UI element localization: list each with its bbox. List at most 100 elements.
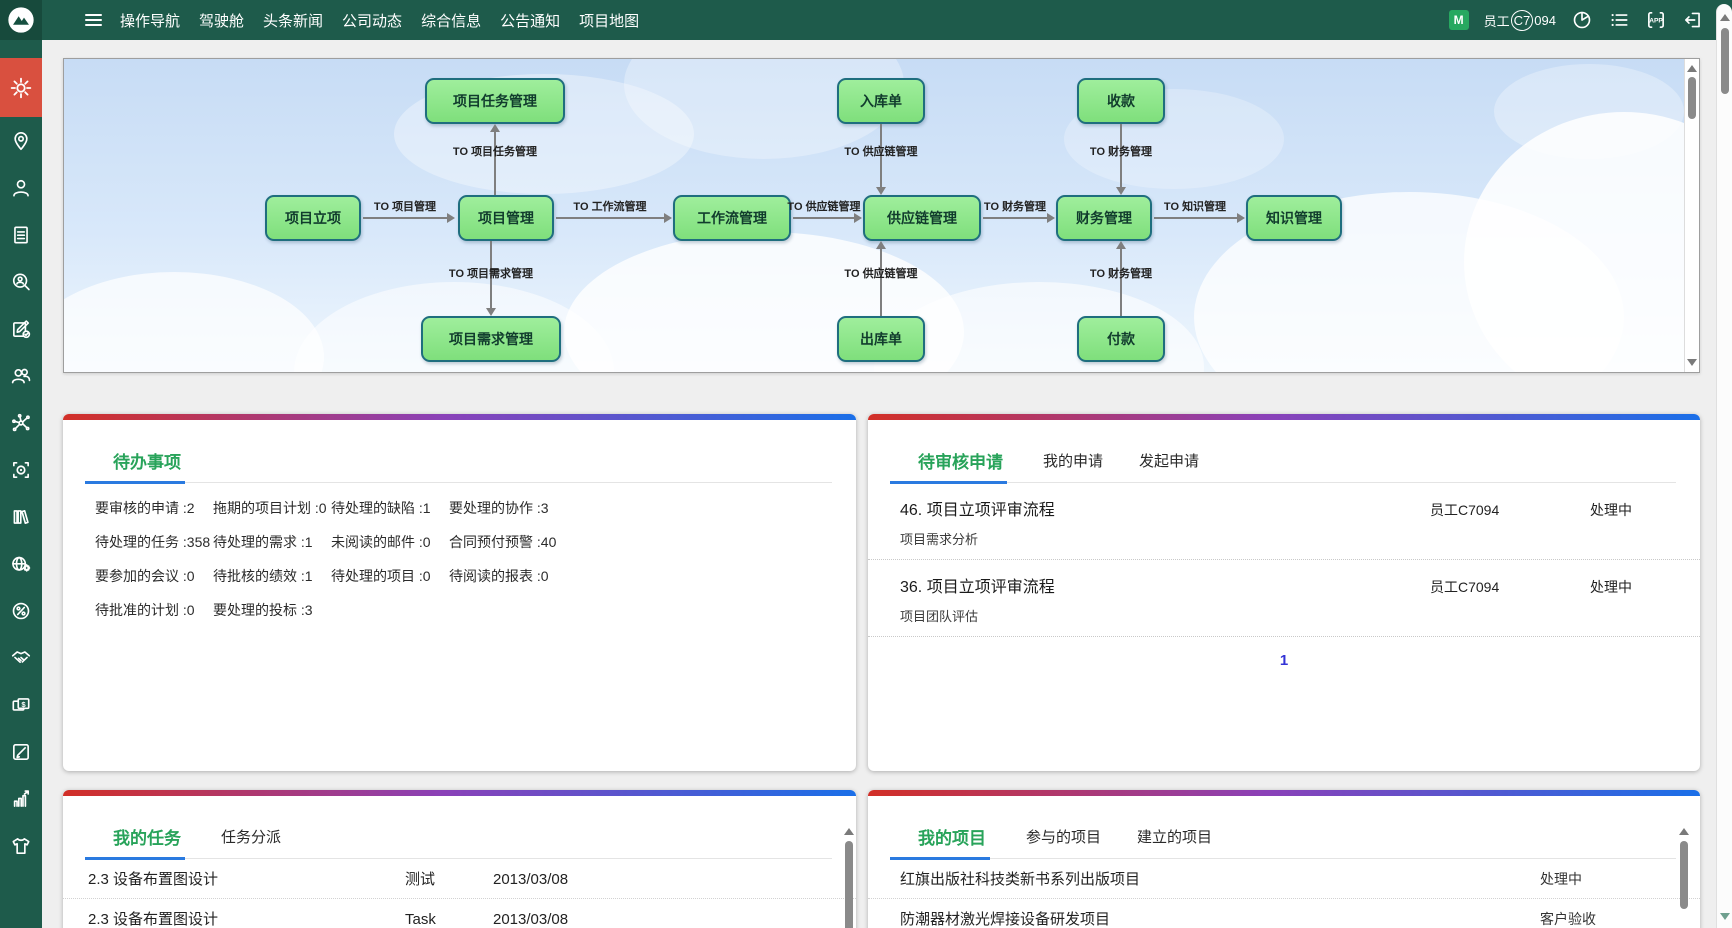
gear-icon xyxy=(9,76,33,100)
todo-item[interactable]: 待处理的缺陷 :1 xyxy=(331,498,449,518)
app-icon[interactable]: APP xyxy=(1645,9,1667,31)
handshake-icon xyxy=(10,647,32,669)
todo-item[interactable]: 待批准的计划 :0 xyxy=(95,600,213,620)
todo-item[interactable]: 要参加的会议 :0 xyxy=(95,566,213,586)
scrollbar-thumb[interactable] xyxy=(1680,841,1688,909)
sidebar-item-map[interactable] xyxy=(0,117,42,164)
sidebar-item-finance[interactable]: $ xyxy=(0,681,42,728)
tab-my-projects[interactable]: 我的项目 xyxy=(890,824,990,860)
flowchart-scrollbar[interactable] xyxy=(1684,59,1699,372)
scroll-up-icon[interactable] xyxy=(844,828,854,835)
menu-item-announcements[interactable]: 公告通知 xyxy=(500,10,560,31)
todo-item[interactable]: 要审核的申请 :2 xyxy=(95,498,213,518)
sidebar-item-globe-settings[interactable] xyxy=(0,540,42,587)
tab-start-application[interactable]: 发起申请 xyxy=(1139,450,1199,482)
flow-node-project-initiation[interactable]: 项目立项 xyxy=(265,195,361,241)
task-name: 2.3 设备布置图设计 xyxy=(88,908,405,928)
scrollbar-thumb[interactable] xyxy=(1688,77,1696,119)
tab-pending-approvals[interactable]: 待审核申请 xyxy=(890,448,1007,484)
edit-icon xyxy=(10,741,32,763)
tab-joined-projects[interactable]: 参与的项目 xyxy=(1026,826,1101,858)
task-row[interactable]: 2.3 设备布置图设计 测试 2013/03/08 xyxy=(63,859,856,899)
menu-item-cockpit[interactable]: 驾驶舱 xyxy=(199,10,244,31)
todo-item[interactable]: 合同预付预警 :40 xyxy=(449,532,599,552)
flow-node-knowledge-mgmt[interactable]: 知识管理 xyxy=(1246,195,1342,241)
m-badge[interactable]: M xyxy=(1449,10,1469,30)
tab-my-tasks[interactable]: 我的任务 xyxy=(85,824,185,860)
menu-item-company-news[interactable]: 公司动态 xyxy=(342,10,402,31)
menu-item-project-map[interactable]: 项目地图 xyxy=(579,10,639,31)
project-row[interactable]: 防潮器材激光焊接设备研发项目 客户验收 xyxy=(868,899,1700,928)
logout-icon[interactable] xyxy=(1682,9,1704,31)
todo-item[interactable]: 要处理的投标 :3 xyxy=(213,600,331,620)
sidebar-item-library[interactable] xyxy=(0,493,42,540)
list-icon[interactable] xyxy=(1608,9,1630,31)
sidebar-item-documents[interactable] xyxy=(0,211,42,258)
task-row[interactable]: 2.3 设备布置图设计 Task 2013/03/08 xyxy=(63,899,856,928)
menu-item-headlines[interactable]: 头条新闻 xyxy=(263,10,323,31)
sidebar-item-user-search[interactable] xyxy=(0,258,42,305)
todo-item[interactable]: 未阅读的邮件 :0 xyxy=(331,532,449,552)
flow-node-receipt[interactable]: 收款 xyxy=(1077,78,1165,124)
sidebar-item-discount[interactable] xyxy=(0,587,42,634)
sidebar-item-partners[interactable] xyxy=(0,634,42,681)
tab-task-assignment[interactable]: 任务分派 xyxy=(221,826,281,858)
flow-edge-label: TO 财务管理 xyxy=(1090,143,1152,159)
tab-created-projects[interactable]: 建立的项目 xyxy=(1137,826,1212,858)
scroll-down-icon[interactable] xyxy=(1720,913,1730,920)
sidebar-item-write[interactable] xyxy=(0,728,42,775)
flow-node-outbound-order[interactable]: 出库单 xyxy=(837,316,925,362)
sidebar-item-materials[interactable] xyxy=(0,822,42,869)
project-row[interactable]: 红旗出版社科技类新书系列出版项目 处理中 xyxy=(868,859,1700,899)
scroll-up-icon[interactable] xyxy=(1687,65,1697,72)
flow-node-supply-chain-mgmt[interactable]: 供应链管理 xyxy=(863,195,981,241)
todo-item[interactable]: 待处理的任务 :358 xyxy=(95,532,213,552)
scrollbar-thumb[interactable] xyxy=(1721,28,1729,94)
flow-edge-line xyxy=(1154,217,1237,219)
scroll-up-icon[interactable] xyxy=(1720,14,1730,21)
sidebar-item-reports[interactable] xyxy=(0,775,42,822)
projects-panel: 我的项目 参与的项目 建立的项目 红旗出版社科技类新书系列出版项目 处理中 防潮… xyxy=(868,790,1700,928)
app-logo[interactable] xyxy=(0,0,42,40)
todo-grid: 要审核的申请 :2 拖期的项目计划 :0 待处理的缺陷 :1 要处理的协作 :3… xyxy=(95,498,856,620)
tasks-scrollbar[interactable] xyxy=(843,826,855,928)
sidebar-item-profile[interactable] xyxy=(0,164,42,211)
sidebar-item-team[interactable] xyxy=(0,352,42,399)
scroll-down-icon[interactable] xyxy=(1687,359,1697,366)
flow-arrowhead xyxy=(664,213,672,223)
scroll-up-icon[interactable] xyxy=(1679,828,1689,835)
menu-item-general-info[interactable]: 综合信息 xyxy=(421,10,481,31)
flow-node-project-mgmt[interactable]: 项目管理 xyxy=(458,195,554,241)
approval-row[interactable]: 36. 项目立项评审流程 员工C7094 处理中 项目团队评估 xyxy=(868,560,1700,637)
todo-item[interactable]: 待阅读的报表 :0 xyxy=(449,566,599,586)
flow-node-project-task-mgmt[interactable]: 项目任务管理 xyxy=(425,78,565,124)
sidebar-item-network[interactable] xyxy=(0,399,42,446)
todo-item[interactable]: 要处理的协作 :3 xyxy=(449,498,599,518)
flow-node-workflow-mgmt[interactable]: 工作流管理 xyxy=(673,195,791,241)
flow-node-finance-mgmt[interactable]: 财务管理 xyxy=(1056,195,1152,241)
approval-user: 员工C7094 xyxy=(1430,500,1590,520)
hamburger-menu-icon[interactable] xyxy=(85,14,102,26)
sidebar-item-settings[interactable] xyxy=(0,58,42,117)
document-icon xyxy=(10,224,32,246)
sidebar-item-focus[interactable] xyxy=(0,446,42,493)
flow-edge-line xyxy=(793,217,854,219)
todo-item[interactable]: 待处理的项目 :0 xyxy=(331,566,449,586)
approval-row[interactable]: 46. 项目立项评审流程 员工C7094 处理中 项目需求分析 xyxy=(868,483,1700,560)
flow-node-inbound-order[interactable]: 入库单 xyxy=(837,78,925,124)
scrollbar-thumb[interactable] xyxy=(845,841,853,928)
todo-item[interactable]: 待批核的绩效 :1 xyxy=(213,566,331,586)
flow-node-project-requirement-mgmt[interactable]: 项目需求管理 xyxy=(421,316,561,362)
menu-item-operation-nav[interactable]: 操作导航 xyxy=(120,10,180,31)
page-number[interactable]: 1 xyxy=(1280,652,1288,669)
tab-my-applications[interactable]: 我的申请 xyxy=(1043,450,1103,482)
todo-item[interactable]: 待处理的需求 :1 xyxy=(213,532,331,552)
tab-todo-items[interactable]: 待办事项 xyxy=(85,448,185,484)
user-name[interactable]: 员工C7094 xyxy=(1484,10,1556,31)
page-scrollbar[interactable] xyxy=(1716,4,1732,928)
pie-chart-icon[interactable] xyxy=(1571,9,1593,31)
projects-scrollbar[interactable] xyxy=(1678,826,1690,928)
todo-item[interactable]: 拖期的项目计划 :0 xyxy=(213,498,331,518)
flow-node-payment[interactable]: 付款 xyxy=(1077,316,1165,362)
sidebar-item-tasks[interactable] xyxy=(0,305,42,352)
